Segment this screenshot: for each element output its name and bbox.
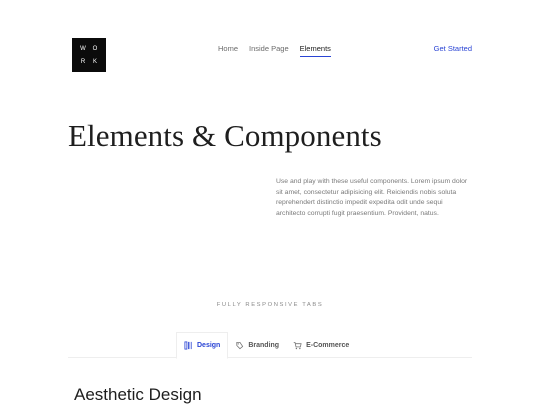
tab-e-commerce[interactable]: E-Commerce: [286, 332, 356, 358]
tab-branding[interactable]: Branding: [228, 332, 286, 358]
logo[interactable]: W O R K: [72, 38, 106, 72]
tabs-bar: Design Branding E-Commerce: [68, 332, 472, 359]
tab-branding-label: Branding: [248, 341, 280, 349]
page-title: Elements & Components: [68, 118, 382, 153]
logo-letter-w: W: [80, 45, 86, 52]
tab-e-commerce-label: E-Commerce: [306, 341, 350, 349]
main-nav: Home Inside Page Elements: [218, 44, 331, 57]
panel-title: Aesthetic Design: [74, 385, 202, 404]
nav-elements[interactable]: Elements: [299, 44, 331, 57]
cart-icon: [293, 341, 302, 349]
tabs-section-label: FULLY RESPONSIVE TABS: [216, 302, 324, 308]
logo-letter-r: R: [80, 58, 86, 65]
tab-design-label: Design: [197, 342, 221, 349]
logo-letter-o: O: [92, 45, 98, 52]
get-started-link[interactable]: Get Started: [434, 44, 472, 53]
hero-description: Use and play with these useful component…: [276, 178, 468, 217]
tabs: Design Branding E-Commerce: [176, 332, 356, 359]
nav-home[interactable]: Home: [218, 44, 238, 57]
tab-design[interactable]: Design: [176, 332, 229, 359]
nav-inside-page[interactable]: Inside Page: [249, 44, 289, 57]
branding-icon: [236, 341, 244, 349]
logo-letter-k: K: [92, 58, 97, 65]
design-icon: [184, 341, 192, 350]
